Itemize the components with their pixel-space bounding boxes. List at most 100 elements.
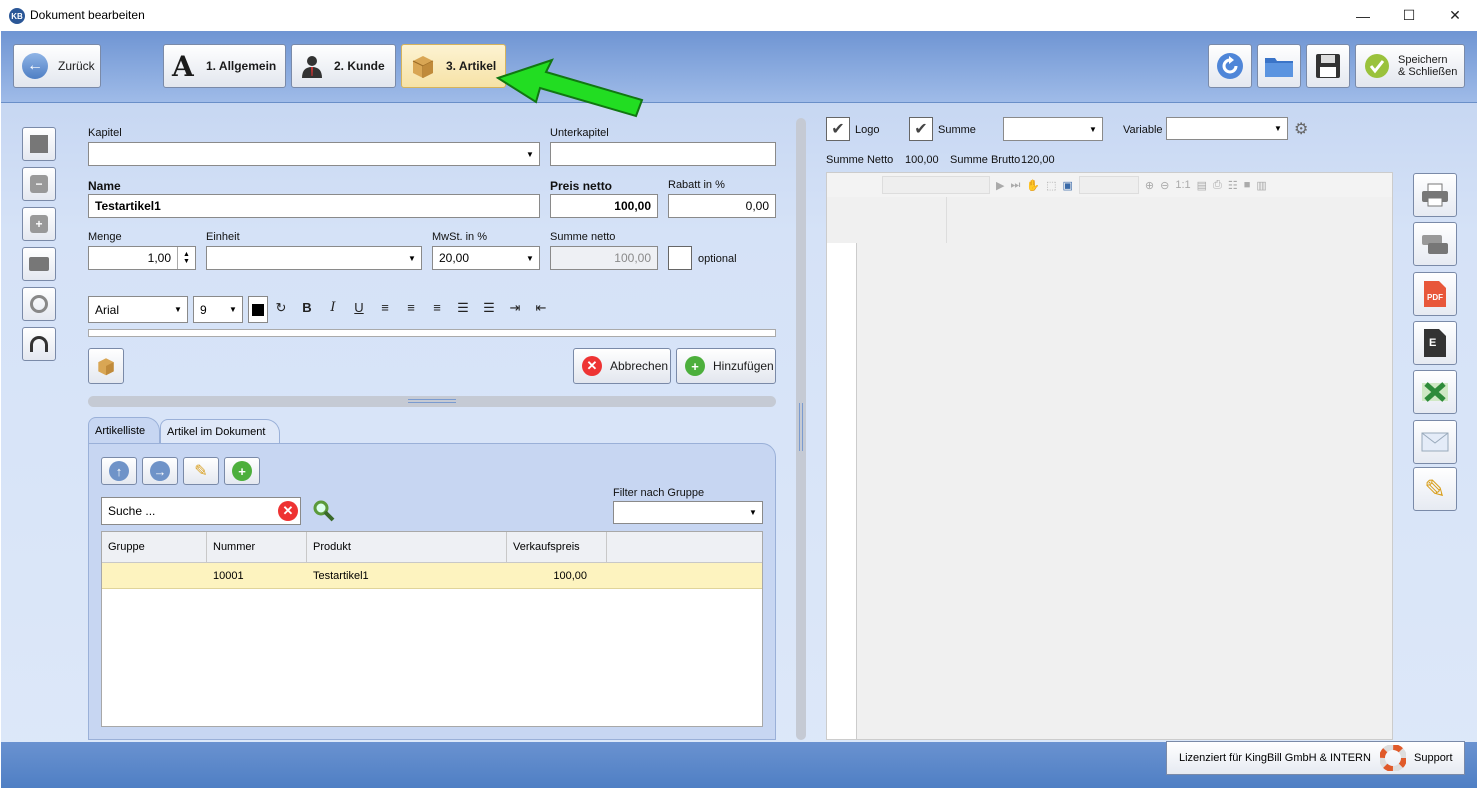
zoom-select[interactable] <box>1078 176 1139 194</box>
einheit-select[interactable]: ▼ <box>206 246 422 270</box>
column-nummer[interactable]: Nummer <box>207 532 307 562</box>
underline-icon[interactable]: U <box>346 300 372 316</box>
tab-allgemein[interactable]: A 1. Allgemein <box>163 44 286 88</box>
search-icon[interactable] <box>312 499 336 523</box>
cell-gruppe <box>102 563 207 588</box>
name-input[interactable]: Testartikel1 <box>88 194 540 218</box>
column-verkaufspreis[interactable]: Verkaufspreis <box>507 532 607 562</box>
gear-icon[interactable]: ⚙ <box>1294 119 1308 139</box>
text-color-button[interactable] <box>248 296 268 323</box>
cancel-label: Abbrechen <box>610 359 669 373</box>
back-button[interactable]: ← Zurück <box>13 44 101 88</box>
pdf-export-button[interactable]: PDF <box>1413 272 1457 316</box>
mwst-value: 20,00 <box>439 251 470 265</box>
italic-icon[interactable]: I <box>320 300 346 316</box>
side-camera-button[interactable] <box>22 247 56 281</box>
hand-icon[interactable]: ✋ <box>1026 179 1040 192</box>
bullet-list-icon[interactable]: ☰ <box>450 300 476 316</box>
text-editor-area[interactable] <box>88 329 776 337</box>
stepper-arrows-icon[interactable]: ▲ ▼ <box>177 247 195 269</box>
print-icon[interactable]: ⎙ <box>1213 179 1222 192</box>
align-left-icon[interactable]: ≡ <box>372 300 398 316</box>
refresh-button[interactable] <box>1208 44 1252 88</box>
optional-label: optional <box>698 253 737 265</box>
snapshot-icon[interactable]: ▣ <box>1062 179 1072 192</box>
preis-input[interactable]: 100,00 <box>550 194 658 218</box>
edit-button[interactable]: ✎ <box>183 457 219 485</box>
page-setup-icon[interactable]: ☷ <box>1228 179 1238 192</box>
cancel-button[interactable]: ✕ Abbrechen <box>573 348 671 384</box>
open-folder-button[interactable] <box>1257 44 1301 88</box>
outdent-icon[interactable]: ⇤ <box>528 300 554 316</box>
e-document-icon: E <box>1424 329 1446 357</box>
side-remove-button[interactable]: − <box>22 167 56 201</box>
minimize-button[interactable]: — <box>1340 0 1386 31</box>
tab-kunde[interactable]: 2. Kunde <box>291 44 396 88</box>
side-add-button[interactable]: + <box>22 207 56 241</box>
column-gruppe[interactable]: Gruppe <box>102 532 207 562</box>
summe-select[interactable]: ▼ <box>1003 117 1103 141</box>
unterkapitel-input[interactable] <box>550 142 776 166</box>
edit-layout-button[interactable]: ✎ <box>1413 467 1457 511</box>
tab-artikel-im-dokument[interactable]: Artikel im Dokument <box>160 419 280 445</box>
print-dialog-button[interactable] <box>1413 222 1457 266</box>
numbered-list-icon[interactable]: ☰ <box>476 300 502 316</box>
rabatt-input[interactable]: 0,00 <box>668 194 776 218</box>
optional-checkbox[interactable] <box>668 246 692 270</box>
bold-icon[interactable]: B <box>294 300 320 316</box>
pencil-icon: ✎ <box>1424 473 1446 504</box>
close-button[interactable]: ✕ <box>1432 0 1478 31</box>
select-icon[interactable]: ⬚ <box>1046 179 1056 192</box>
indent-icon[interactable]: ⇥ <box>502 300 528 316</box>
next-page-icon[interactable]: ▶ <box>996 179 1004 192</box>
insert-button[interactable]: → <box>142 457 178 485</box>
kapitel-select[interactable]: ▼ <box>88 142 540 166</box>
align-center-icon[interactable]: ≡ <box>398 300 424 316</box>
fit-icon[interactable]: ▤ <box>1197 179 1207 192</box>
side-timer-button[interactable] <box>22 287 56 321</box>
tab-artikelliste[interactable]: Artikelliste <box>88 417 160 445</box>
logo-checkbox[interactable]: ✔ <box>826 117 850 141</box>
unterkapitel-label: Unterkapitel <box>550 127 609 139</box>
page-select[interactable] <box>882 176 990 194</box>
save-close-button[interactable]: Speichern & Schließen <box>1355 44 1465 88</box>
layout-icon[interactable]: ▥ <box>1256 179 1266 192</box>
zoom-in-icon[interactable]: ⊕ <box>1145 179 1154 192</box>
support-label: Support <box>1414 752 1453 764</box>
email-button[interactable] <box>1413 420 1457 464</box>
font-size-select[interactable]: 9 ▼ <box>193 296 243 323</box>
table-row[interactable]: 10001 Testartikel1 100,00 <box>102 563 762 589</box>
save-button[interactable] <box>1306 44 1350 88</box>
side-support-button[interactable] <box>22 327 56 361</box>
save-icon[interactable]: ■ <box>1244 179 1251 191</box>
article-picker-button[interactable] <box>88 348 124 384</box>
excel-export-button[interactable] <box>1413 370 1457 414</box>
align-right-icon[interactable]: ≡ <box>424 300 450 316</box>
undo-icon[interactable]: ↻ <box>268 300 294 316</box>
e-document-button[interactable]: E <box>1413 321 1457 365</box>
letter-a-icon: A <box>172 49 194 83</box>
zoom-out-icon[interactable]: ⊖ <box>1160 179 1169 192</box>
search-input[interactable]: Suche ... <box>101 497 301 525</box>
menge-stepper[interactable]: 1,00 ▲ ▼ <box>88 246 196 270</box>
move-up-button[interactable]: ↑ <box>101 457 137 485</box>
side-article-button[interactable] <box>22 127 56 161</box>
column-produkt[interactable]: Produkt <box>307 532 507 562</box>
zoom-actual-size[interactable]: 1:1 <box>1175 179 1190 191</box>
summe-checkbox[interactable]: ✔ <box>909 117 933 141</box>
last-page-icon[interactable]: ⏭ <box>1010 179 1020 192</box>
vertical-splitter[interactable] <box>796 118 806 740</box>
variable-select[interactable]: ▼ <box>1166 117 1288 140</box>
font-select[interactable]: Arial ▼ <box>88 296 188 323</box>
print-button[interactable] <box>1413 173 1457 217</box>
filter-select[interactable]: ▼ <box>613 501 763 524</box>
printer-icon <box>1422 183 1448 207</box>
new-article-button[interactable]: + <box>224 457 260 485</box>
support-button[interactable]: Support <box>1380 745 1453 771</box>
add-button[interactable]: + Hinzufügen <box>676 348 776 384</box>
clear-search-icon[interactable]: ✕ <box>278 501 298 521</box>
tab-artikel-im-dokument-label: Artikel im Dokument <box>167 426 266 438</box>
mwst-select[interactable]: 20,00 ▼ <box>432 246 540 270</box>
splitter-bar[interactable] <box>88 396 776 407</box>
maximize-button[interactable]: ☐ <box>1386 0 1432 31</box>
